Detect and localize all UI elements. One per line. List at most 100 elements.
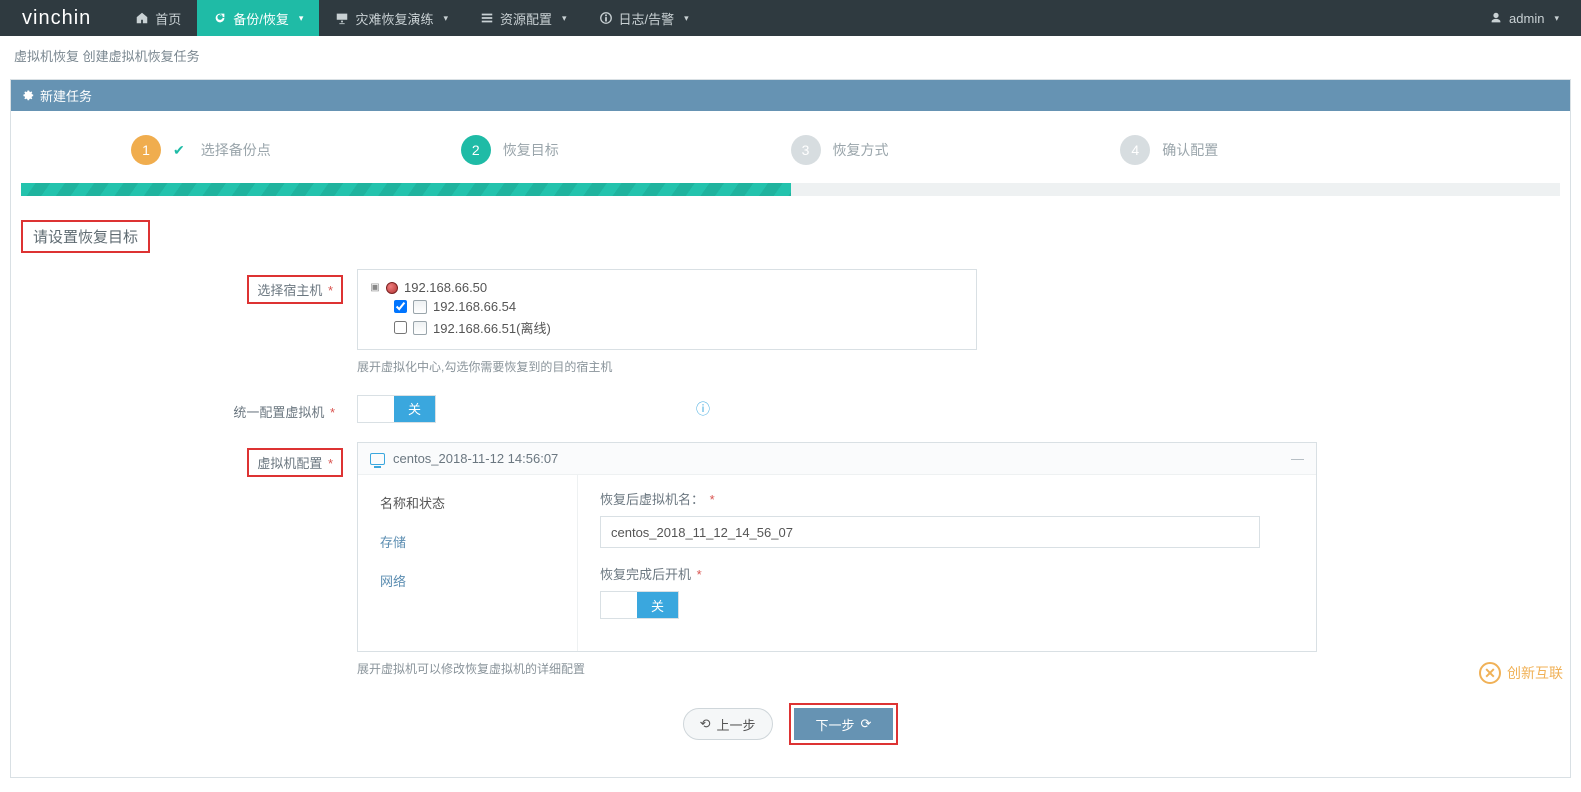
vm-panel-body: 名称和状态 存储 网络 恢复后虚拟机名： * — [358, 475, 1316, 651]
ctrl-col: centos_2018-11-12 14:56:07 — 名称和状态 存储 网络 — [357, 442, 1317, 677]
hint-vm: 展开虚拟机可以修改恢复虚拟机的详细配置 — [357, 660, 1317, 677]
row-unify-vm: 统一配置虚拟机 * 关 ⓘ — [21, 393, 1560, 424]
wizard-steps: 1 ✔ 选择备份点 2 恢复目标 3 恢复方式 4 确认配置 — [11, 111, 1570, 175]
next-button-label: 下一步 — [816, 715, 855, 734]
required-mark: * — [324, 283, 333, 298]
tree-root-label: 192.168.66.50 — [404, 280, 487, 295]
required-mark: * — [326, 405, 335, 420]
step-1[interactable]: 1 ✔ 选择备份点 — [131, 135, 461, 165]
host-checkbox-2[interactable] — [394, 321, 407, 334]
nav-dr[interactable]: 灾难恢复演练 ▾ — [319, 0, 464, 36]
label-col: 统一配置虚拟机 * — [21, 393, 357, 424]
label-vm-config: 虚拟机配置 * — [247, 448, 343, 477]
toggle-unify-vm[interactable]: 关 — [357, 395, 436, 423]
home-icon — [135, 11, 149, 25]
nav: vinchin 首页 备份/恢复 ▾ 灾难恢复演练 ▾ 资源配置 — [10, 0, 705, 36]
breadcrumb: 虚拟机恢复 创建虚拟机恢复任务 — [0, 36, 1581, 75]
step-1-label: 选择备份点 — [201, 140, 271, 160]
panel-title: 新建任务 — [40, 86, 92, 105]
nav-dr-label: 灾难恢复演练 — [355, 9, 433, 28]
vm-panel: centos_2018-11-12 14:56:07 — 名称和状态 存储 网络 — [357, 442, 1317, 652]
step-3-label: 恢复方式 — [833, 140, 889, 160]
chevron-down-icon: ▾ — [1554, 13, 1559, 24]
user-menu[interactable]: admin ▾ — [1477, 11, 1571, 26]
step-3[interactable]: 3 恢复方式 — [791, 135, 1121, 165]
vm-tab-name-state[interactable]: 名称和状态 — [358, 483, 577, 522]
nav-home[interactable]: 首页 — [119, 0, 197, 36]
host-icon — [413, 300, 427, 314]
watermark-logo-icon: ✕ — [1479, 662, 1501, 684]
nav-log[interactable]: 日志/告警 ▾ — [583, 0, 705, 36]
ctrl-col: 关 ⓘ — [357, 395, 1317, 423]
tree-host-1[interactable]: 192.168.66.54 — [394, 297, 964, 316]
vm-tab-storage[interactable]: 存储 — [358, 522, 577, 561]
footer-buttons: ⟲ 上一步 下一步 ⟳ — [21, 687, 1560, 757]
vcenter-icon — [386, 282, 398, 294]
watermark-text: 创新互联 — [1507, 663, 1563, 683]
nav-home-label: 首页 — [155, 9, 181, 28]
main-panel: 新建任务 1 ✔ 选择备份点 2 恢复目标 3 恢复方式 4 确认配置 请设置恢… — [10, 79, 1571, 778]
input-vm-name[interactable] — [600, 516, 1260, 548]
nav-log-label: 日志/告警 — [619, 9, 675, 28]
section-title: 请设置恢复目标 — [21, 220, 150, 253]
label-col: 虚拟机配置 * — [21, 442, 357, 477]
info-icon — [599, 11, 613, 25]
row-vm-config: 虚拟机配置 * centos_2018-11-12 14:56:07 — 名称和… — [21, 442, 1560, 677]
next-button[interactable]: 下一步 ⟳ — [794, 708, 894, 740]
vm-tabs: 名称和状态 存储 网络 — [358, 475, 578, 651]
step-2[interactable]: 2 恢复目标 — [461, 135, 791, 165]
user-icon — [1489, 11, 1503, 25]
monitor-icon — [370, 453, 385, 465]
collapse-icon[interactable]: — — [1291, 451, 1304, 466]
hint-host: 展开虚拟化中心,勾选你需要恢复到的目的宿主机 — [357, 358, 1317, 375]
check-icon: ✔ — [173, 142, 185, 159]
tree-root[interactable]: ▣ 192.168.66.50 — [370, 278, 964, 297]
vm-panel-header[interactable]: centos_2018-11-12 14:56:07 — — [358, 443, 1316, 475]
tree-host-1-label: 192.168.66.54 — [433, 299, 516, 314]
gear-icon — [21, 88, 34, 104]
nav-resource[interactable]: 资源配置 ▾ — [464, 0, 583, 36]
toggle-slot — [358, 396, 394, 422]
toggle-slot — [601, 592, 637, 618]
presentation-icon — [335, 11, 349, 25]
field-poweron: 恢复完成后开机 * 关 — [600, 564, 1294, 621]
list-icon — [480, 11, 494, 25]
step-2-num: 2 — [461, 135, 491, 165]
panel-header: 新建任务 — [11, 80, 1570, 111]
nav-resource-label: 资源配置 — [500, 9, 552, 28]
progress-bar — [21, 183, 1560, 196]
step-1-num: 1 — [131, 135, 161, 165]
brand-logo: vinchin — [10, 7, 119, 30]
host-tree: ▣ 192.168.66.50 192.168.66.54 192.168.66… — [357, 269, 977, 350]
toggle-off-label: 关 — [394, 396, 435, 422]
nav-backup[interactable]: 备份/恢复 ▾ — [197, 0, 319, 36]
label-select-host: 选择宿主机 * — [247, 275, 343, 304]
tree-host-2-label: 192.168.66.51(离线) — [433, 318, 551, 337]
step-3-num: 3 — [791, 135, 821, 165]
user-name: admin — [1509, 11, 1544, 26]
toggle-poweron[interactable]: 关 — [600, 591, 679, 619]
step-4[interactable]: 4 确认配置 — [1120, 135, 1450, 165]
label-vm-name: 恢复后虚拟机名： * — [600, 489, 1294, 508]
chevron-down-icon: ▾ — [562, 13, 567, 24]
vm-header-label: centos_2018-11-12 14:56:07 — [393, 451, 558, 466]
next-button-highlight: 下一步 ⟳ — [789, 703, 899, 745]
step-4-label: 确认配置 — [1162, 140, 1218, 160]
vm-tab-network[interactable]: 网络 — [358, 561, 577, 600]
refresh-icon — [213, 11, 227, 25]
required-mark: * — [324, 456, 333, 471]
step-4-num: 4 — [1120, 135, 1150, 165]
host-checkbox-1[interactable] — [394, 300, 407, 313]
info-icon[interactable]: ⓘ — [696, 399, 710, 419]
row-select-host: 选择宿主机 * ▣ 192.168.66.50 192.168.66.54 — [21, 269, 1560, 375]
collapse-icon[interactable]: ▣ — [370, 282, 380, 293]
label-col: 选择宿主机 * — [21, 269, 357, 304]
toggle-off-label: 关 — [637, 592, 678, 618]
prev-button[interactable]: ⟲ 上一步 — [683, 708, 773, 740]
chevron-down-icon: ▾ — [299, 13, 304, 24]
host-icon — [413, 321, 427, 335]
chevron-down-icon: ▾ — [684, 13, 689, 24]
tree-host-2[interactable]: 192.168.66.51(离线) — [394, 316, 964, 339]
prev-button-label: 上一步 — [716, 715, 755, 734]
progress-fill — [21, 183, 791, 196]
